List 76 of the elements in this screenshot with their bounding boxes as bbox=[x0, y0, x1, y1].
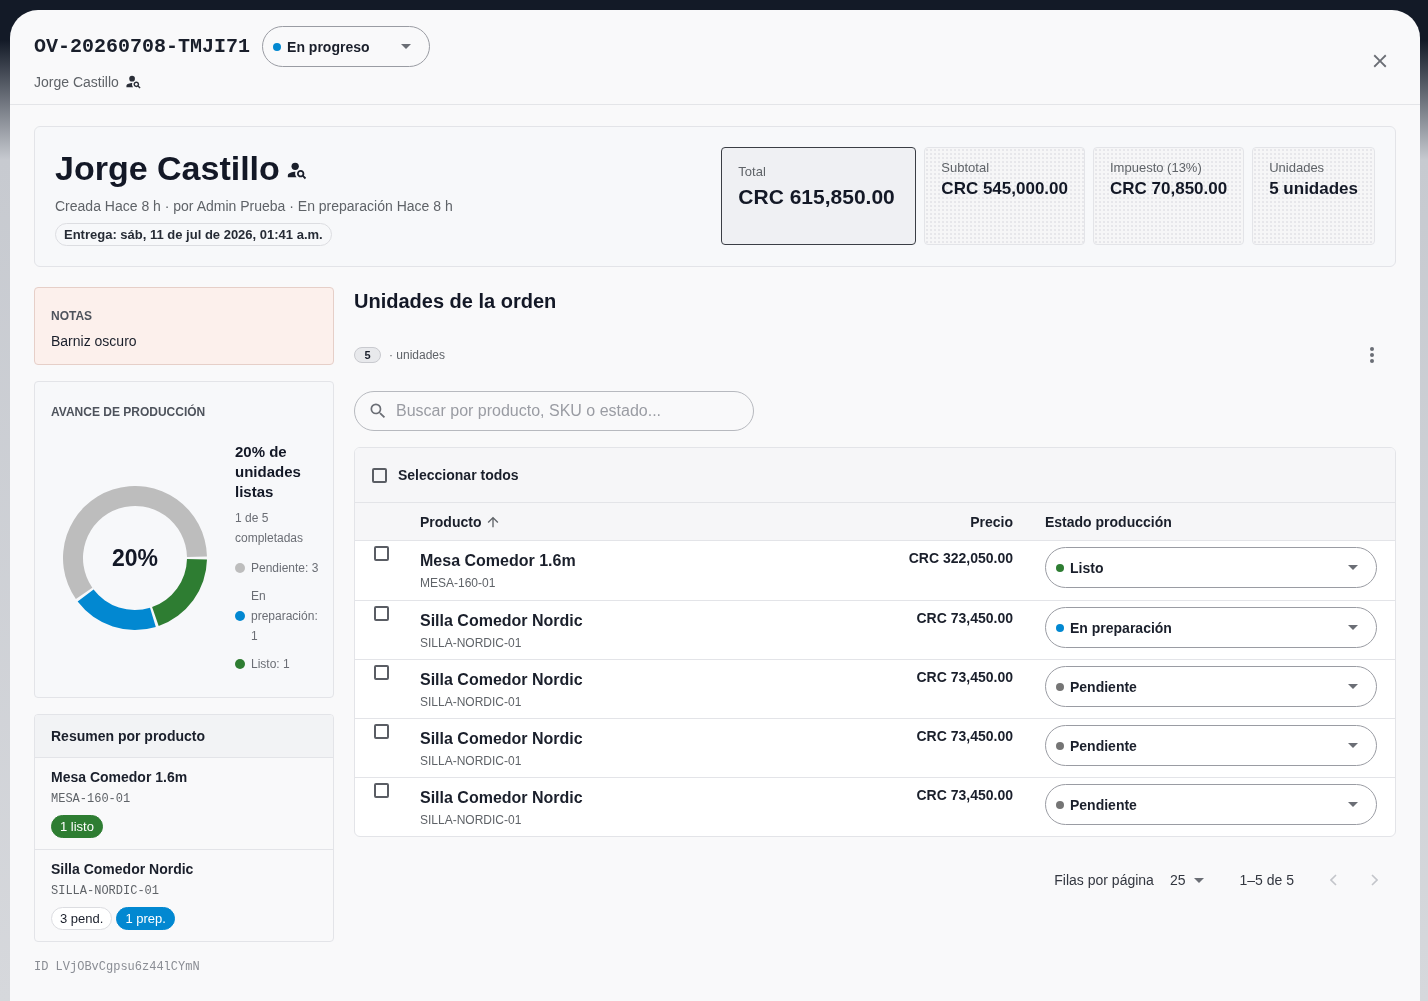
product-name: Silla Comedor Nordic bbox=[51, 860, 194, 879]
checkbox[interactable] bbox=[374, 546, 389, 561]
product-name: Mesa Comedor 1.6m bbox=[51, 768, 188, 787]
price: CRC 73,450.00 bbox=[915, 668, 1014, 686]
caret-icon bbox=[1348, 743, 1358, 748]
customer-name: Jorge Castillo bbox=[34, 73, 119, 90]
record-id: ID LVjOBvCgpsu6z44lCYmN bbox=[34, 960, 201, 974]
rows-per-page-label: Filas por página bbox=[1054, 872, 1154, 888]
product-sku: SILLA-NORDIC-01 bbox=[420, 753, 523, 769]
notes-label: NOTAS bbox=[51, 308, 94, 324]
stat-label: Total bbox=[738, 164, 766, 180]
stat-value: CRC 615,850.00 bbox=[738, 184, 895, 210]
product-sku: SILLA-NORDIC-01 bbox=[420, 694, 523, 710]
chevron-right-icon bbox=[1370, 874, 1378, 886]
caret-icon bbox=[1348, 625, 1358, 630]
donut-slice bbox=[63, 485, 207, 599]
status-count-chip: 3 pend. bbox=[51, 907, 113, 930]
product-name: Silla Comedor Nordic bbox=[420, 670, 584, 690]
column-header[interactable]: Estado producción bbox=[1029, 513, 1395, 530]
notes-text: Barniz oscuro bbox=[51, 332, 138, 350]
customer-heading: Jorge Castillo bbox=[55, 148, 280, 189]
search-field[interactable]: Buscar por producto, SKU o estado... bbox=[354, 391, 754, 431]
product-name: Silla Comedor Nordic bbox=[420, 788, 584, 808]
caret-icon bbox=[1348, 802, 1358, 807]
checkbox[interactable] bbox=[374, 724, 389, 739]
product-sku: MESA-160-01 bbox=[420, 575, 497, 591]
progress-headline: 20% de unidades listas bbox=[235, 441, 302, 502]
stat-value: CRC 545,000.00 bbox=[941, 178, 1068, 200]
legend-label: En preparación: 1 bbox=[251, 587, 319, 645]
checkbox[interactable] bbox=[374, 606, 389, 621]
page-range: 1–5 de 5 bbox=[1239, 872, 1294, 888]
stat-label: Unidades bbox=[1269, 160, 1325, 176]
product-sku: MESA-160-01 bbox=[51, 791, 131, 807]
legend-label: Pendiente: 3 bbox=[251, 559, 319, 577]
stat-value: 5 unidades bbox=[1269, 178, 1358, 200]
legend-label: Listo: 1 bbox=[251, 655, 290, 673]
product-sku: SILLA-NORDIC-01 bbox=[51, 883, 160, 899]
price: CRC 322,050.00 bbox=[907, 549, 1014, 567]
progress-title: AVANCE DE PRODUCCIÓN bbox=[51, 404, 207, 420]
status-count-chip: 1 prep. bbox=[116, 907, 175, 930]
order-meta: Creada Hace 8 h · por Admin Prueba · En preparación Hace 8 h bbox=[55, 197, 453, 215]
column-header[interactable]: Producto bbox=[405, 513, 829, 530]
product-sku: SILLA-NORDIC-01 bbox=[420, 812, 523, 828]
checkbox[interactable] bbox=[372, 467, 387, 483]
chevron-left-icon bbox=[1329, 874, 1337, 886]
checkbox[interactable] bbox=[374, 783, 389, 798]
person-search-icon[interactable] bbox=[124, 73, 142, 90]
status-count-chip: 1 listo bbox=[51, 815, 103, 838]
caret-icon bbox=[1348, 684, 1358, 689]
product-name: Mesa Comedor 1.6m bbox=[420, 551, 577, 571]
more-vertical-icon bbox=[1370, 347, 1374, 363]
stat-label: Subtotal bbox=[941, 160, 990, 176]
rows-per-page-select[interactable]: 25 bbox=[1169, 872, 1204, 888]
search-icon bbox=[368, 401, 388, 421]
price: CRC 73,450.00 bbox=[915, 786, 1014, 804]
price: CRC 73,450.00 bbox=[915, 609, 1014, 627]
stat-value: CRC 70,850.00 bbox=[1110, 178, 1228, 200]
column-header[interactable]: Precio bbox=[829, 513, 1029, 530]
product-name: Silla Comedor Nordic bbox=[420, 729, 584, 749]
caret-icon bbox=[1348, 565, 1358, 570]
progress-detail: 1 de 5 completadas bbox=[235, 509, 305, 547]
caret-icon bbox=[1193, 877, 1204, 883]
unit-count-label: · unidades bbox=[389, 348, 446, 362]
order-id: OV-20260708-TMJI71 bbox=[34, 35, 251, 58]
price: CRC 73,450.00 bbox=[915, 727, 1014, 745]
stat-label: Impuesto (13%) bbox=[1110, 160, 1202, 176]
units-title: Unidades de la orden bbox=[354, 289, 558, 314]
unit-count: 5 bbox=[354, 347, 381, 363]
product-name: Silla Comedor Nordic bbox=[420, 611, 584, 631]
select-all-label[interactable]: Seleccionar todos bbox=[398, 467, 519, 483]
product-sku: SILLA-NORDIC-01 bbox=[420, 635, 523, 651]
donut-center-label: 20% bbox=[112, 544, 158, 571]
checkbox[interactable] bbox=[374, 665, 389, 680]
donut-slice bbox=[77, 588, 156, 630]
caret-icon bbox=[401, 44, 412, 49]
product-summary-title: Resumen por producto bbox=[35, 715, 333, 758]
